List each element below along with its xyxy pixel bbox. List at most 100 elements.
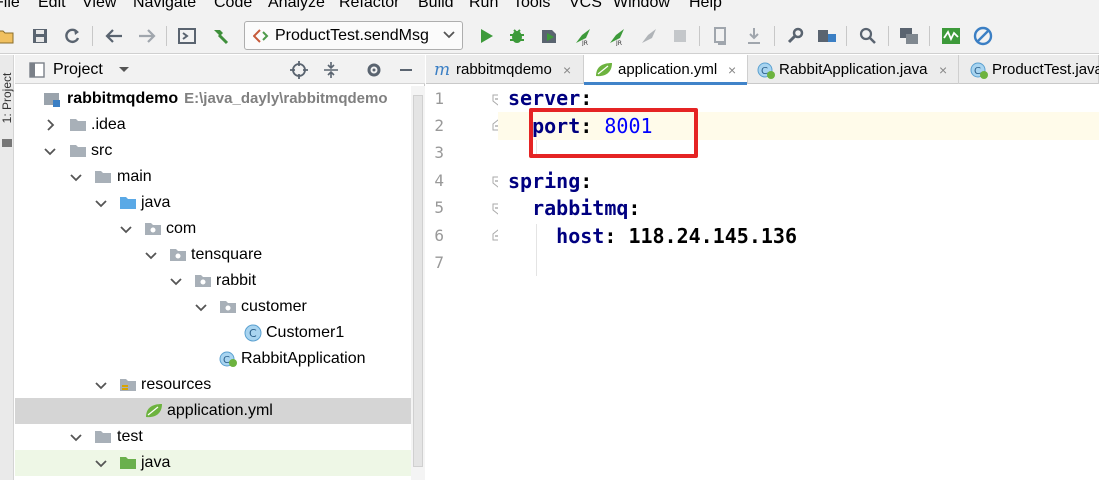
menu-edit[interactable]: Edit xyxy=(38,0,66,12)
module-icon xyxy=(43,90,61,108)
settings-icon[interactable] xyxy=(784,25,806,47)
tree-item-customer1[interactable]: C Customer1 xyxy=(15,320,411,346)
build-artifact-icon[interactable] xyxy=(638,25,660,47)
package-icon xyxy=(219,298,237,316)
tree-item-label: customer xyxy=(241,298,307,315)
minimize-icon[interactable] xyxy=(396,60,416,80)
search-icon[interactable] xyxy=(857,25,879,47)
chevron-down-icon[interactable] xyxy=(193,299,209,315)
tab-rabbitapplication-java[interactable]: C RabbitApplication.java × xyxy=(748,55,959,84)
menu-vcs[interactable]: VCS xyxy=(569,0,602,12)
tree-item-main[interactable]: main xyxy=(15,164,411,190)
vcs-update-icon[interactable] xyxy=(710,25,732,47)
menu-view[interactable]: View xyxy=(82,0,116,12)
tree-item-tensquare[interactable]: tensquare xyxy=(15,242,411,268)
svg-text:C: C xyxy=(974,66,981,77)
tab-application-yml[interactable]: application.yml × xyxy=(584,55,748,85)
tab-producttest-java[interactable]: C ProductTest.java xyxy=(959,55,1099,84)
run-config-label: ProductTest.sendMsg xyxy=(275,27,429,44)
tree-item-resources[interactable]: resources xyxy=(15,372,411,398)
run-configuration-selector[interactable]: ProductTest.sendMsg xyxy=(244,21,463,50)
menu-help[interactable]: Help xyxy=(689,0,722,12)
project-structure-icon[interactable] xyxy=(816,25,838,47)
chevron-down-icon[interactable] xyxy=(168,273,184,289)
gear-icon[interactable] xyxy=(364,60,384,80)
open-icon[interactable] xyxy=(0,25,16,47)
save-icon[interactable] xyxy=(29,25,51,47)
run-config-arrows-icon xyxy=(252,29,269,47)
tree-item-com[interactable]: com xyxy=(15,216,411,242)
tab-label: ProductTest.java xyxy=(992,61,1099,78)
tree-item-src[interactable]: src xyxy=(15,138,411,164)
chevron-down-icon[interactable] xyxy=(42,143,58,159)
tree-item-rabbit[interactable]: rabbit xyxy=(15,268,411,294)
menu-build[interactable]: Build xyxy=(418,0,454,12)
tree-item-label: java xyxy=(141,194,171,211)
yaml-spring-icon xyxy=(594,61,614,83)
main-toolbar: ProductTest.sendMsg JR JR xyxy=(0,18,1099,54)
stats-icon[interactable] xyxy=(940,25,962,47)
power-save-icon[interactable] xyxy=(972,25,994,47)
tab-rabbitmqdemo[interactable]: m rabbitmqdemo × xyxy=(426,55,584,84)
tree-item-rabbitapplication[interactable]: C RabbitApplication xyxy=(15,346,411,372)
tree-item-java-test[interactable]: java xyxy=(15,450,411,476)
locate-icon[interactable] xyxy=(289,60,309,80)
chevron-down-icon[interactable] xyxy=(117,62,131,80)
menu-file[interactable]: File xyxy=(0,0,20,12)
tree-item-idea[interactable]: .idea xyxy=(15,112,411,138)
tree-item-label: rabbit xyxy=(216,272,257,289)
chevron-down-icon[interactable] xyxy=(68,429,84,445)
chevron-down-icon[interactable] xyxy=(68,169,84,185)
tree-item-customer[interactable]: customer xyxy=(15,294,411,320)
menu-code[interactable]: Code xyxy=(214,0,252,12)
chevron-down-icon[interactable] xyxy=(93,455,109,471)
folder-icon xyxy=(69,142,87,160)
project-tool-window-button[interactable]: 1: Project xyxy=(0,63,14,133)
chevron-right-icon[interactable] xyxy=(42,117,58,133)
stop-icon[interactable] xyxy=(669,25,691,47)
profile-jr-icon[interactable]: JR xyxy=(606,25,628,47)
project-panel-title[interactable]: Project xyxy=(53,61,103,79)
close-icon[interactable]: × xyxy=(728,62,736,78)
chevron-down-icon[interactable] xyxy=(93,377,109,393)
chevron-down-icon[interactable] xyxy=(143,247,159,263)
svg-text:C: C xyxy=(249,327,257,340)
close-icon[interactable]: × xyxy=(939,62,947,78)
menu-window[interactable]: Window xyxy=(613,0,670,12)
build-hammer-icon[interactable] xyxy=(209,25,231,47)
svg-text:C: C xyxy=(223,355,230,366)
terminal-icon[interactable] xyxy=(176,25,198,47)
chevron-down-icon[interactable] xyxy=(118,221,134,237)
run-icon[interactable] xyxy=(475,25,497,47)
line-number: 4 xyxy=(434,171,444,190)
close-icon[interactable]: × xyxy=(563,62,571,78)
tree-item-rabbitmqdemo[interactable]: rabbitmqdemo E:\java_dayly\rabbitmqdemo xyxy=(15,86,411,112)
sdk-icon[interactable] xyxy=(898,25,920,47)
coverage-icon[interactable] xyxy=(538,25,560,47)
tree-item-label: .idea xyxy=(91,116,126,133)
project-scrollbar-thumb[interactable] xyxy=(413,95,423,467)
vcs-commit-icon[interactable] xyxy=(743,25,765,47)
debug-icon[interactable] xyxy=(506,25,528,47)
tool-window-strip: 1: Project xyxy=(0,55,14,480)
menu-tools[interactable]: Tools xyxy=(513,0,550,12)
chevron-down-icon[interactable] xyxy=(93,195,109,211)
forward-icon[interactable] xyxy=(136,25,158,47)
source-folder-icon xyxy=(119,194,137,212)
tree-item-test[interactable]: test xyxy=(15,424,411,450)
menu-refactor[interactable]: Refactor xyxy=(339,0,399,12)
collapse-all-icon[interactable] xyxy=(321,60,341,80)
tree-item-application-yml[interactable]: application.yml xyxy=(15,398,411,424)
menu-navigate[interactable]: Navigate xyxy=(133,0,196,12)
tree-item-label: src xyxy=(91,142,113,159)
line-number: 6 xyxy=(434,226,444,245)
menu-analyze[interactable]: Analyze xyxy=(268,0,325,12)
profile-icon[interactable]: JR xyxy=(572,25,594,47)
line-number: 2 xyxy=(434,116,444,135)
tree-item-java-main[interactable]: java xyxy=(15,190,411,216)
svg-text:JR: JR xyxy=(615,40,622,46)
back-icon[interactable] xyxy=(103,25,125,47)
sync-icon[interactable] xyxy=(61,25,83,47)
menu-run[interactable]: Run xyxy=(469,0,498,12)
line-number: 7 xyxy=(434,253,444,272)
